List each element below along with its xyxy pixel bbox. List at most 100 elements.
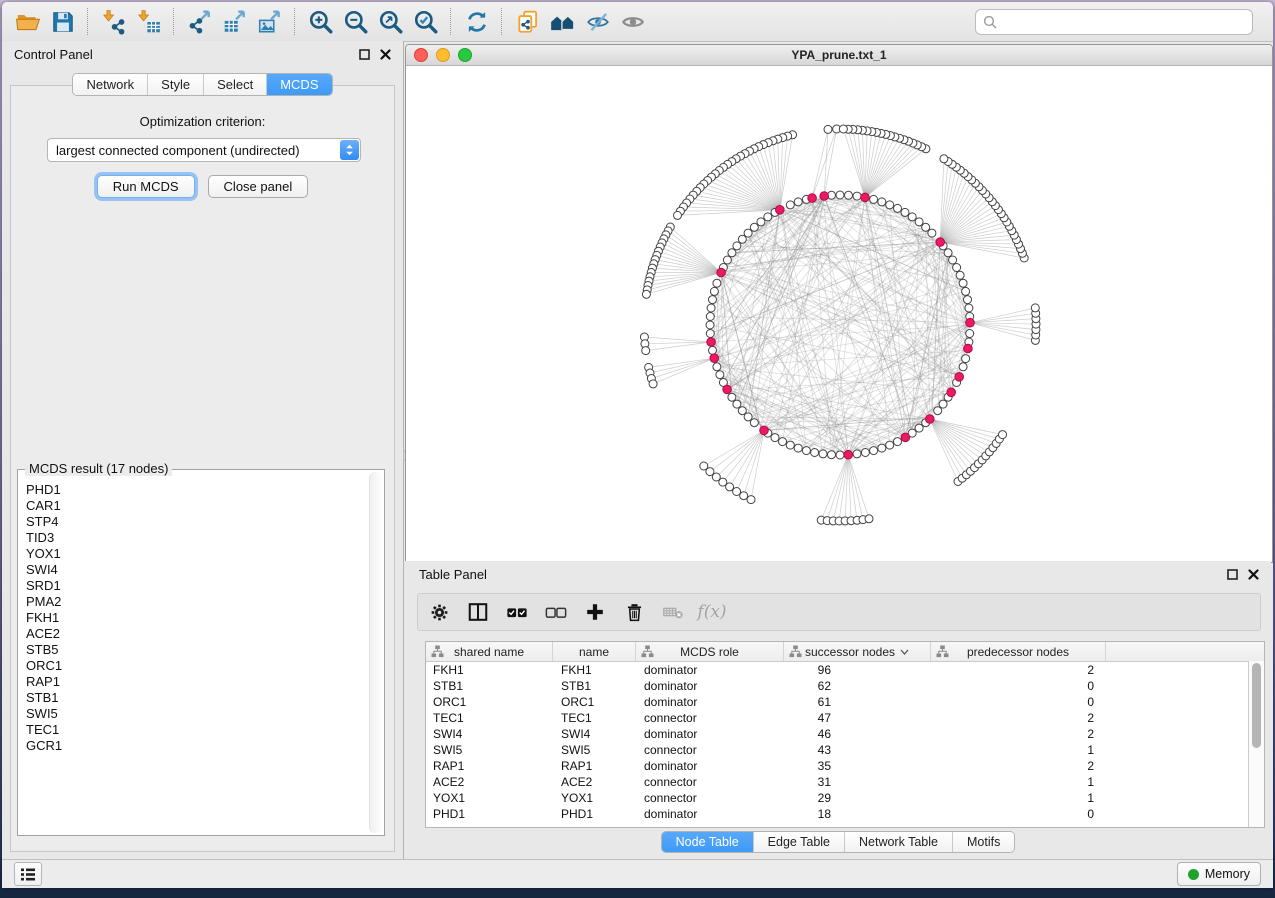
mcds-result-item[interactable]: SWI4 — [26, 562, 368, 578]
mcds-scrollbar[interactable] — [369, 472, 382, 833]
table-cell: STB1 — [426, 678, 553, 694]
column-header-predecessor-nodes[interactable]: predecessor nodes — [931, 642, 1106, 661]
tab-style[interactable]: Style — [147, 74, 203, 95]
table-cell: dominator — [636, 758, 784, 774]
table-cell: TEC1 — [553, 710, 636, 726]
import-table-button[interactable] — [131, 6, 166, 37]
column-header-successor-nodes[interactable]: successor nodes — [784, 642, 931, 661]
table-cell: dominator — [636, 662, 784, 678]
mcds-result-item[interactable]: TID3 — [26, 530, 368, 546]
table-cell: YOX1 — [553, 790, 636, 806]
zoom-out-button[interactable] — [338, 6, 373, 37]
table-row[interactable]: YOX1YOX1connector291 — [426, 790, 1249, 806]
mcds-result-item[interactable]: FKH1 — [26, 610, 368, 626]
table-cell: 29 — [784, 790, 931, 806]
mcds-result-item[interactable]: RAP1 — [26, 674, 368, 690]
table-cell: connector — [636, 774, 784, 790]
search-box[interactable] — [975, 9, 1253, 35]
table-cell: ACE2 — [426, 774, 553, 790]
tab-motifs[interactable]: Motifs — [952, 832, 1014, 852]
import-network-button[interactable] — [96, 6, 131, 37]
refresh-view-button[interactable] — [459, 6, 494, 37]
zoom-fit-icon — [378, 9, 404, 35]
deselect-all-columns-button[interactable] — [545, 601, 567, 623]
table-cell: STB1 — [553, 678, 636, 694]
export-image-button[interactable] — [252, 6, 287, 37]
hide-selected-button[interactable] — [580, 6, 615, 37]
delete-column-button[interactable] — [623, 601, 645, 623]
zoom-in-button[interactable] — [303, 6, 338, 37]
tab-network-table[interactable]: Network Table — [844, 832, 952, 852]
network-canvas[interactable] — [406, 66, 1272, 562]
table-row[interactable]: ACE2ACE2connector311 — [426, 774, 1249, 790]
copy-network-button[interactable] — [510, 6, 545, 37]
mcds-result-item[interactable]: PHD1 — [26, 482, 368, 498]
float-panel-icon[interactable] — [359, 49, 370, 60]
zoom-fit-button[interactable] — [373, 6, 408, 37]
save-button[interactable] — [45, 6, 80, 37]
close-panel-icon[interactable] — [380, 49, 391, 60]
memory-button[interactable]: Memory — [1177, 862, 1261, 886]
open-button[interactable] — [10, 6, 45, 37]
close-panel-button[interactable]: Close panel — [208, 175, 309, 198]
mcds-result-item[interactable]: TEC1 — [26, 722, 368, 738]
table-cell: 1 — [931, 790, 1106, 806]
plus-icon — [584, 601, 606, 623]
export-network-button[interactable] — [182, 6, 217, 37]
delete-table-button[interactable] — [662, 601, 684, 623]
mcds-result-item[interactable]: STB1 — [26, 690, 368, 706]
mcds-result-list[interactable]: PHD1CAR1STP4TID3YOX1SWI4SRD1PMA2FKH1ACE2… — [18, 478, 368, 835]
tab-node-table[interactable]: Node Table — [662, 832, 753, 852]
table-row[interactable]: ORC1ORC1dominator610 — [426, 694, 1249, 710]
table-row[interactable]: SWI5SWI5connector431 — [426, 742, 1249, 758]
mcds-result-item[interactable]: CAR1 — [26, 498, 368, 514]
mcds-result-item[interactable]: STP4 — [26, 514, 368, 530]
network-list-button[interactable] — [14, 862, 42, 886]
table-scrollbar-thumb[interactable] — [1252, 663, 1261, 748]
mcds-result-item[interactable]: PMA2 — [26, 594, 368, 610]
column-header-name[interactable]: name — [553, 642, 636, 661]
select-all-columns-button[interactable] — [506, 601, 528, 623]
create-column-button[interactable] — [584, 601, 606, 623]
function-builder-button[interactable]: f(x) — [701, 601, 723, 623]
show-all-button[interactable] — [615, 6, 650, 37]
mcds-result-item[interactable]: SRD1 — [26, 578, 368, 594]
tree-column-icon — [789, 645, 802, 658]
tab-select[interactable]: Select — [203, 74, 266, 95]
table-row[interactable]: PHD1PHD1dominator180 — [426, 806, 1249, 822]
table-row[interactable]: STB1STB1dominator620 — [426, 678, 1249, 694]
criterion-select[interactable]: largest connected component (undirected) — [47, 138, 361, 162]
run-mcds-button[interactable]: Run MCDS — [97, 175, 195, 198]
network-window-titlebar[interactable]: YPA_prune.txt_1 — [406, 45, 1272, 66]
table-row[interactable]: FKH1FKH1dominator962 — [426, 662, 1249, 678]
table-row[interactable]: RAP1RAP1dominator352 — [426, 758, 1249, 774]
show-columns-button[interactable] — [467, 601, 489, 623]
float-panel-icon[interactable] — [1227, 569, 1238, 580]
first-neighbors-button[interactable] — [545, 6, 580, 37]
mcds-result-item[interactable]: STB5 — [26, 642, 368, 658]
mcds-result-item[interactable]: SWI5 — [26, 706, 368, 722]
close-panel-icon[interactable] — [1248, 569, 1259, 580]
table-row[interactable]: TEC1TEC1connector472 — [426, 710, 1249, 726]
mcds-result-item[interactable]: ACE2 — [26, 626, 368, 642]
network-graph[interactable] — [406, 66, 1270, 561]
columns-icon — [467, 601, 489, 623]
table-cell: FKH1 — [426, 662, 553, 678]
zoom-selected-button[interactable] — [408, 6, 443, 37]
trash-icon — [624, 602, 645, 623]
table-settings-button[interactable] — [428, 601, 450, 623]
mcds-result-item[interactable]: ORC1 — [26, 658, 368, 674]
mcds-result-item[interactable]: YOX1 — [26, 546, 368, 562]
tab-mcds[interactable]: MCDS — [266, 74, 331, 95]
column-header-mcds-role[interactable]: MCDS role — [636, 642, 784, 661]
table-row[interactable]: SWI4SWI4dominator462 — [426, 726, 1249, 742]
mcds-result-item[interactable]: GCR1 — [26, 738, 368, 754]
tab-network[interactable]: Network — [73, 74, 147, 95]
export-table-button[interactable] — [217, 6, 252, 37]
table-scrollbar[interactable] — [1248, 661, 1264, 827]
tab-edge-table[interactable]: Edge Table — [753, 832, 844, 852]
memory-label: Memory — [1205, 867, 1250, 881]
search-input[interactable] — [1002, 14, 1245, 30]
control-panel-title: Control Panel — [14, 47, 93, 62]
column-header-shared-name[interactable]: shared name — [426, 642, 553, 661]
